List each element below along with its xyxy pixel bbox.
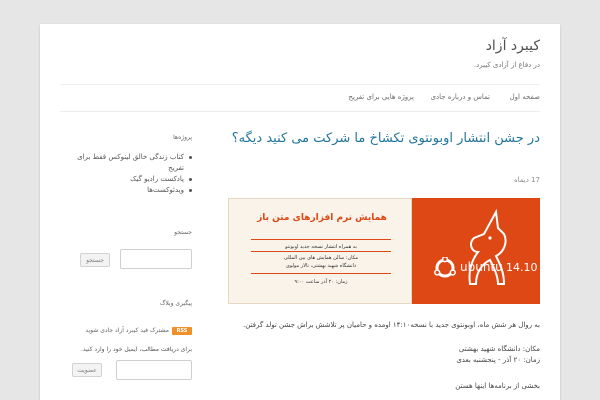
email-subscribe-form: عضویت — [62, 360, 192, 382]
main-nav: صفحه اول تماس و درباره جادی پروژه هایی ب… — [60, 84, 540, 112]
rss-icon: RSS — [172, 326, 192, 335]
nav-item-contact[interactable]: تماس و درباره جادی — [431, 93, 490, 101]
post-title[interactable]: در جشن انتشار اوبونتوی تکشاخ ما شرکت می … — [228, 130, 540, 147]
rss-subscribe-link[interactable]: RSSمشترک فید کیبرد آزاد جادی شوید — [85, 320, 192, 335]
page: کیبرد آزاد در دفاع از آزادی کیبرد. صفحه … — [40, 24, 560, 400]
list-item[interactable]: ویدئوکست‌ها — [62, 185, 192, 196]
post-banner-image[interactable]: همایش نرم افزارهای متن باز به همراه انتش… — [228, 198, 540, 304]
site-title[interactable]: کیبرد آزاد — [486, 38, 540, 54]
banner-info-panel: همایش نرم افزارهای متن باز به همراه انتش… — [228, 198, 412, 304]
list-item[interactable]: پادکست رادیو گیک — [62, 174, 192, 185]
post-date[interactable]: 17 دیماه — [514, 176, 540, 184]
banner-line: به همراه انتشار نسخه جدید اوبونتو — [285, 244, 357, 250]
banner-rule — [251, 251, 391, 252]
banner-line: مکان: سالن همایش های بین المللی — [283, 255, 359, 261]
rss-subscribe-text: مشترک فید کیبرد آزاد جادی شوید — [85, 327, 169, 334]
email-field[interactable] — [116, 360, 192, 380]
search-form: جستجو — [62, 249, 192, 271]
banner-rule — [251, 239, 391, 240]
nav-item-home[interactable]: صفحه اول — [510, 93, 540, 101]
unicorn-icon — [468, 208, 507, 285]
subscribe-button[interactable]: عضویت — [72, 363, 102, 377]
follow-widget-title: پیگیری وبلاگ — [159, 300, 192, 307]
site-description: در دفاع از آزادی کیبرد. — [473, 61, 540, 69]
ubuntu-version: 14.10 — [506, 261, 538, 274]
email-subscribe-label: برای دریافت مطالب، ایمیل خود را وارد کنی… — [80, 346, 192, 353]
banner-line: زمان: ۲۰ آذر ساعت ۹:۰۰ — [294, 279, 348, 285]
search-input[interactable] — [120, 249, 192, 269]
ubuntu-wordmark: ubuntu — [460, 260, 503, 274]
post-paragraph: مکان: دانشگاه شهید بهشتی — [458, 345, 540, 353]
ubuntu-panel: ubuntu 14.10 — [412, 198, 540, 304]
projects-widget-title: پروژه‌ها — [173, 134, 192, 141]
post-paragraph: بخشی از برنامه‌ها اینها هستن — [455, 382, 540, 390]
projects-list: کتاب زندگی خالق لینوکس قفط برای تفریح پا… — [62, 152, 192, 196]
search-button[interactable]: جستجو — [80, 253, 110, 267]
banner-rule — [251, 273, 391, 274]
banner-heading: همایش نرم افزارهای متن باز — [257, 213, 387, 223]
post-paragraph: زمان: ۲۰ آذر - پنجشنبه بعدی — [456, 356, 540, 364]
banner-line: دانشگاه شهید بهشتی، تالار مولوی — [285, 263, 357, 269]
list-item[interactable]: کتاب زندگی خالق لینوکس قفط برای تفریح — [62, 152, 192, 174]
ubuntu-logo-icon — [434, 257, 456, 278]
nav-item-projects[interactable]: پروژه هایی برای تفریح — [348, 93, 414, 101]
post-paragraph: به روال هر شش ماه، اوبونتوی جدید با نسخه… — [242, 321, 540, 329]
search-widget-title: جستجو — [174, 229, 192, 236]
